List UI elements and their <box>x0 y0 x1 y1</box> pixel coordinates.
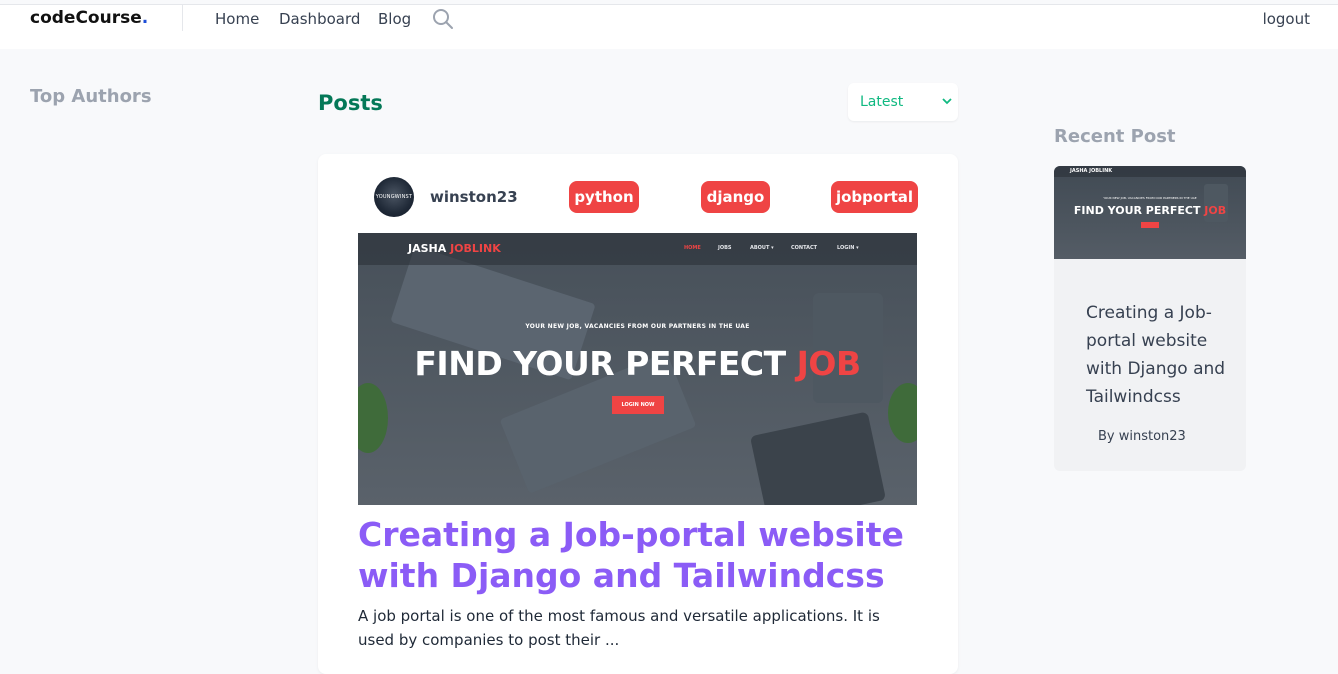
image-plant-shape-2 <box>358 383 388 453</box>
avatar[interactable]: YOUNGWINST <box>374 177 414 217</box>
post-card: YOUNGWINST winston23 python django jobpo… <box>318 154 958 674</box>
image-logo: JASHA JOBLINK <box>408 242 501 255</box>
nav-link-dashboard[interactable]: Dashboard <box>279 10 360 28</box>
image-headline-a: FIND YOUR PERFECT <box>414 344 797 383</box>
nav-link-blog[interactable]: Blog <box>378 10 411 28</box>
recent-post-title[interactable]: Creating a Job-portal website with Djang… <box>1086 299 1226 411</box>
image-login-button: LOGIN NOW <box>612 396 664 414</box>
sort-select[interactable]: Latest <box>848 83 958 121</box>
post-excerpt: A job portal is one of the most famous a… <box>358 607 880 649</box>
thumb-subtitle: YOUR NEW JOB, VACANCIES FROM OUR PARTNER… <box>1103 196 1197 200</box>
tag-jobportal[interactable]: jobportal <box>831 181 918 213</box>
image-headline-b: JOB <box>796 344 861 383</box>
image-subtitle: YOUR NEW JOB, VACANCIES FROM OUR PARTNER… <box>525 323 750 330</box>
thumb-button <box>1141 222 1159 228</box>
recent-post-thumbnail[interactable]: JASHA JOBLINK YOUR NEW JOB, VACANCIES FR… <box>1054 166 1246 259</box>
navbar: codeCourse. Home Dashboard Blog logout <box>0 5 1338 49</box>
logout-link[interactable]: logout <box>1263 10 1310 28</box>
post-title[interactable]: Creating a Job-portal website with Djang… <box>358 514 918 596</box>
search-icon[interactable] <box>432 8 454 30</box>
thumb-headline-b: JOB <box>1204 204 1227 217</box>
image-plant-shape <box>888 383 917 443</box>
recent-post-heading: Recent Post <box>1054 126 1176 147</box>
thumb-headline-a: FIND YOUR PERFECT <box>1073 204 1205 217</box>
image-menu-home: HOME <box>684 245 701 251</box>
recent-post-card[interactable]: JASHA JOBLINK YOUR NEW JOB, VACANCIES FR… <box>1054 166 1246 471</box>
tag-python[interactable]: python <box>569 181 639 213</box>
sort-selected-value: Latest <box>860 94 904 110</box>
brand-name: codeCourse <box>30 8 142 28</box>
top-authors-heading: Top Authors <box>30 86 152 107</box>
avatar-text: YOUNGWINST <box>375 194 413 200</box>
recent-post-byline: By winston23 <box>1098 429 1186 444</box>
image-notebook-shape <box>749 411 887 505</box>
image-menu-jobs: JOBS <box>718 245 732 251</box>
image-logo-a: JASHA <box>408 242 451 255</box>
thumb-logo: JASHA JOBLINK <box>1070 168 1113 174</box>
tag-django[interactable]: django <box>701 181 770 213</box>
post-author[interactable]: winston23 <box>430 188 518 206</box>
nav-divider <box>182 5 183 31</box>
post-image[interactable]: JASHA JOBLINK HOME JOBS ABOUT ▾ CONTACT … <box>358 233 917 505</box>
brand-logo[interactable]: codeCourse. <box>30 8 148 28</box>
image-menu-about: ABOUT ▾ <box>750 245 774 251</box>
thumb-headline: FIND YOUR PERFECT JOB <box>1054 204 1246 217</box>
image-logo-b: JOBLINK <box>450 242 501 255</box>
image-headline: FIND YOUR PERFECT JOB <box>358 344 917 383</box>
image-menu-contact: CONTACT <box>791 245 818 251</box>
posts-heading: Posts <box>318 91 383 115</box>
nav-link-home[interactable]: Home <box>215 10 259 28</box>
chevron-down-icon <box>942 98 952 105</box>
image-menu-login: LOGIN ▾ <box>837 245 859 251</box>
brand-dot: . <box>141 8 149 28</box>
